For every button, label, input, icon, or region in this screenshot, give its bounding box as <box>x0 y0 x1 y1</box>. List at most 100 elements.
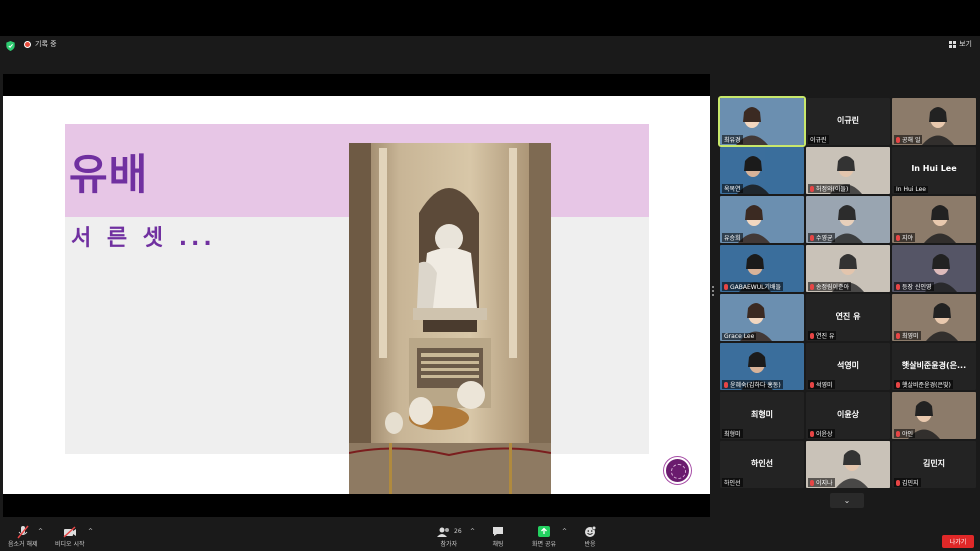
participant-name: 유승희 <box>724 235 741 242</box>
muted-microphone-icon <box>810 479 814 486</box>
participant-tile[interactable]: 송정림이준아 <box>806 245 890 292</box>
participant-tile[interactable]: 이지나 <box>806 441 890 488</box>
participant-label: 김민지 <box>894 478 921 487</box>
participant-tile[interactable]: 지야 <box>892 196 976 243</box>
recording-indicator[interactable]: 기록 중 <box>24 39 57 49</box>
participant-label: 옥목연 <box>722 184 743 193</box>
video-options-caret-icon[interactable]: ^ <box>88 528 93 535</box>
participant-label: 하인선 <box>722 478 743 487</box>
participant-tile[interactable]: 허정와(이들) <box>806 147 890 194</box>
participant-tile[interactable]: 옥목연 <box>720 147 804 194</box>
muted-microphone-icon <box>724 283 728 290</box>
participant-label: 윤혜숙(김하다 홍동) <box>722 380 783 389</box>
participant-tile[interactable]: 하인선 하인선 <box>720 441 804 488</box>
muted-microphone-icon <box>896 381 900 388</box>
participant-tile[interactable]: 햇살비준윤경(은... 햇살비준윤경(은빛) <box>892 343 976 390</box>
participants-icon: 26 <box>436 524 462 539</box>
shared-screen: 유배 서 른 셋 ... <box>3 74 710 517</box>
participant-tile[interactable]: 야인 <box>892 392 976 439</box>
participant-name-display: 이윤상 <box>836 410 860 419</box>
participant-tile[interactable]: 최영미 <box>892 294 976 341</box>
share-screen-button[interactable]: 화면 공유 <box>532 524 556 548</box>
recording-label: 기록 중 <box>35 40 57 48</box>
share-options-caret-icon[interactable]: ^ <box>562 528 567 535</box>
record-icon <box>24 40 31 48</box>
participant-label: GABAEWUL기배들 <box>722 282 783 291</box>
muted-microphone-icon <box>896 332 900 339</box>
participant-name: In Hui Lee <box>896 186 926 193</box>
view-button[interactable]: 보기 <box>949 39 972 49</box>
participants-label: 참가자 <box>440 541 458 548</box>
participant-tile[interactable]: 윤혜숙(김하다 홍동) <box>720 343 804 390</box>
reaction-icon <box>584 524 596 539</box>
chat-button[interactable]: 채팅 <box>492 524 504 548</box>
muted-microphone-icon <box>810 332 814 339</box>
resize-handle[interactable] <box>712 286 715 300</box>
reactions-button[interactable]: 반응 <box>584 524 596 548</box>
muted-microphone-icon <box>810 234 814 241</box>
start-video-button[interactable]: 비디오 시작 <box>55 524 85 548</box>
meeting-header: 기록 중 보기 <box>0 36 980 56</box>
participant-label: 허정와(이들) <box>808 184 851 193</box>
gallery-scroll-down-button[interactable]: ⌄ <box>830 493 864 508</box>
participant-label: 수영균 <box>808 233 835 242</box>
participant-tile[interactable]: 수영균 <box>806 196 890 243</box>
leave-button[interactable]: 나가기 <box>942 535 974 548</box>
grid-icon <box>949 40 957 48</box>
participant-name: 이지나 <box>816 480 833 487</box>
participant-tile[interactable]: 최유경 <box>718 96 806 147</box>
muted-microphone-icon <box>810 430 814 437</box>
participant-name: 야인 <box>902 431 914 438</box>
meeting-toolbar: 음소거 해제 ^ 비디오 시작 ^ 26 참가자 ^ 채팅 화면 공유 ^ 반응 <box>0 520 980 551</box>
participants-caret-icon[interactable]: ^ <box>470 528 475 535</box>
participant-name: 등장 신인영 <box>902 284 932 291</box>
participant-name: 햇살비준윤경(은빛) <box>902 382 951 389</box>
participant-tile[interactable]: 유승희 <box>720 196 804 243</box>
participant-label: 햇살비준윤경(은빛) <box>894 380 953 389</box>
participant-tile[interactable]: 김민지 김민지 <box>892 441 976 488</box>
participant-name: 지야 <box>902 235 914 242</box>
participant-tile[interactable]: 이윤상 이윤상 <box>806 392 890 439</box>
start-video-label: 비디오 시작 <box>55 541 85 548</box>
unmute-button[interactable]: 음소거 해제 <box>8 524 38 548</box>
participant-name: 최영미 <box>902 333 919 340</box>
participant-name-display: 연진 유 <box>835 312 861 321</box>
chat-icon <box>492 524 504 539</box>
audio-options-caret-icon[interactable]: ^ <box>38 528 43 535</box>
participants-button[interactable]: 26 참가자 <box>436 524 462 548</box>
participant-label: 이규린 <box>808 135 829 144</box>
muted-microphone-icon <box>17 524 29 539</box>
participant-tile[interactable]: 최형미 최형미 <box>720 392 804 439</box>
participant-label: 지야 <box>894 233 916 242</box>
participant-tile[interactable]: 연진 유 연진 유 <box>806 294 890 341</box>
participant-name-display: 최형미 <box>750 410 774 419</box>
slide-logo <box>664 457 691 484</box>
participant-label: 공해 일 <box>894 135 923 144</box>
participant-tile[interactable]: GABAEWUL기배들 <box>720 245 804 292</box>
participant-tile[interactable]: In Hui Lee In Hui Lee <box>892 147 976 194</box>
participant-name: 이규린 <box>810 137 827 144</box>
participant-label: 이윤상 <box>808 429 835 438</box>
participant-name: 이윤상 <box>816 431 833 438</box>
participant-tile[interactable]: Grace Lee <box>720 294 804 341</box>
slide-subtitle: 서 른 셋 ... <box>71 226 216 251</box>
share-screen-label: 화면 공유 <box>532 541 556 548</box>
participant-name: Grace Lee <box>724 333 755 340</box>
participant-label: 석영미 <box>808 380 835 389</box>
unmute-label: 음소거 해제 <box>8 541 38 548</box>
participant-name: 공해 일 <box>902 137 921 144</box>
participant-name: 김민지 <box>902 480 919 487</box>
participant-label: 최영미 <box>894 331 921 340</box>
participant-tile[interactable]: 석영미 석영미 <box>806 343 890 390</box>
shield-icon[interactable] <box>6 41 15 51</box>
participant-label: In Hui Lee <box>894 186 928 193</box>
participant-tile[interactable]: 등장 신인영 <box>892 245 976 292</box>
participant-tile[interactable]: 이규린 이규린 <box>806 98 890 145</box>
monument-photo <box>349 143 551 494</box>
participant-name: 윤혜숙(김하다 홍동) <box>730 382 781 389</box>
participant-tile[interactable]: 공해 일 <box>892 98 976 145</box>
participants-count: 26 <box>454 528 462 535</box>
participant-name-display: 석영미 <box>836 361 860 370</box>
participant-label: 유승희 <box>722 233 743 242</box>
participant-label: 이지나 <box>808 478 835 487</box>
